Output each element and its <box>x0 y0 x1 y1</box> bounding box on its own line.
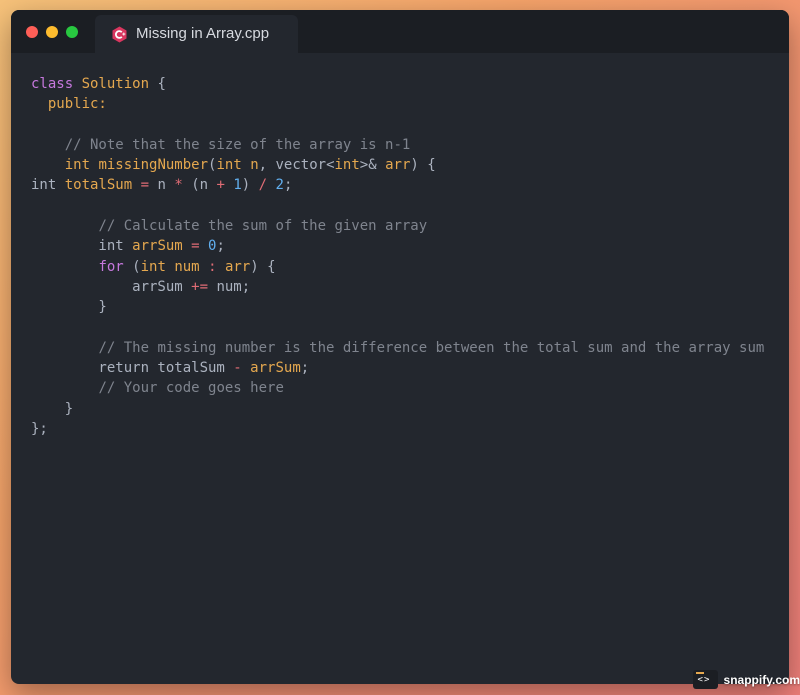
code-token: missingNumber <box>98 157 209 174</box>
code-line: class Solution { <box>31 74 764 94</box>
code-token: int <box>334 157 360 174</box>
tab-title: Missing in Array.cpp <box>136 25 270 42</box>
code-token: , vector< <box>258 157 335 174</box>
code-token: ; <box>300 360 310 377</box>
watermark: <> snappify.com <box>692 670 800 689</box>
code-line: }; <box>31 419 764 439</box>
code-token: ; <box>283 177 293 194</box>
code-token: }; <box>31 421 48 438</box>
file-tab[interactable]: Missing in Array.cpp <box>95 15 298 53</box>
code-token: ) <box>241 177 259 194</box>
code-token: num <box>174 258 200 275</box>
code-token: : <box>208 258 217 275</box>
minimize-button[interactable] <box>46 26 58 38</box>
code-token: public: <box>47 96 107 113</box>
code-line: int missingNumber(int n, vector<int>& ar… <box>31 155 764 175</box>
code-token: ; <box>216 238 225 255</box>
code-line: public: <box>31 94 764 114</box>
code-token: ( <box>123 258 141 275</box>
maximize-button[interactable] <box>66 26 78 38</box>
close-button[interactable] <box>26 26 38 38</box>
code-line: // The missing number is the difference … <box>31 338 764 358</box>
code-token: int <box>31 177 65 194</box>
code-token: Solution <box>81 76 150 92</box>
code-token: >& <box>359 157 386 174</box>
code-token: ) { <box>410 157 436 174</box>
code-token: - <box>233 360 242 377</box>
code-token: arr <box>385 157 411 174</box>
code-token: (n <box>182 177 217 194</box>
code-token: 1 <box>233 177 242 194</box>
code-line: // Note that the size of the array is n-… <box>31 135 764 155</box>
code-line: } <box>31 297 764 317</box>
code-line: arrSum += num; <box>31 277 764 297</box>
code-token: int <box>64 157 91 174</box>
code-token: int <box>140 258 166 275</box>
code-token: n <box>149 177 175 194</box>
code-token: arrSum <box>250 360 301 377</box>
code-editor[interactable]: class Solution { public: // Note that th… <box>31 74 764 439</box>
code-token: = <box>191 238 200 255</box>
code-token: // The missing number is the difference … <box>98 339 765 356</box>
code-line: // Your code goes here <box>31 378 764 398</box>
code-token: // Your code goes here <box>98 380 284 397</box>
cpp-file-icon <box>111 26 128 43</box>
code-line: // Calculate the sum of the given array <box>31 216 764 236</box>
code-token: } <box>31 299 107 316</box>
code-token: * <box>174 177 183 194</box>
code-token: 2 <box>275 177 284 194</box>
code-token: int <box>31 238 133 255</box>
title-bar: Missing in Array.cpp <box>11 10 789 53</box>
code-token: } <box>31 400 74 417</box>
code-line: int totalSum = n * (n + 1) / 2; <box>31 175 764 195</box>
code-line: for (int num : arr) { <box>31 257 764 277</box>
code-token: arrSum <box>132 238 183 255</box>
code-line: return totalSum - arrSum; <box>31 358 764 378</box>
code-window: Missing in Array.cpp class Solution { pu… <box>11 10 789 684</box>
code-token: arr <box>224 258 251 275</box>
watermark-text: snappify.com <box>723 672 800 687</box>
code-brackets-icon: <> <box>692 670 718 689</box>
code-line: int arrSum = 0; <box>31 236 764 256</box>
code-token: n <box>250 157 259 174</box>
code-token: return totalSum <box>31 360 234 377</box>
code-token: // Calculate the sum of the given array <box>98 218 428 235</box>
code-token: { <box>149 76 166 92</box>
code-token: += <box>191 278 209 295</box>
code-token: / <box>258 177 268 194</box>
code-token: ) { <box>250 258 276 275</box>
code-token: // Note that the size of the array is n-… <box>64 136 411 153</box>
code-line: } <box>31 399 764 419</box>
code-token: = <box>140 177 150 194</box>
code-token: totalSum <box>64 177 133 194</box>
code-token: for <box>98 258 124 275</box>
code-token: class <box>31 76 82 92</box>
code-token: num; <box>208 278 251 295</box>
code-token: arrSum <box>31 278 192 295</box>
code-token: int <box>216 157 242 174</box>
code-token: + <box>216 177 225 194</box>
